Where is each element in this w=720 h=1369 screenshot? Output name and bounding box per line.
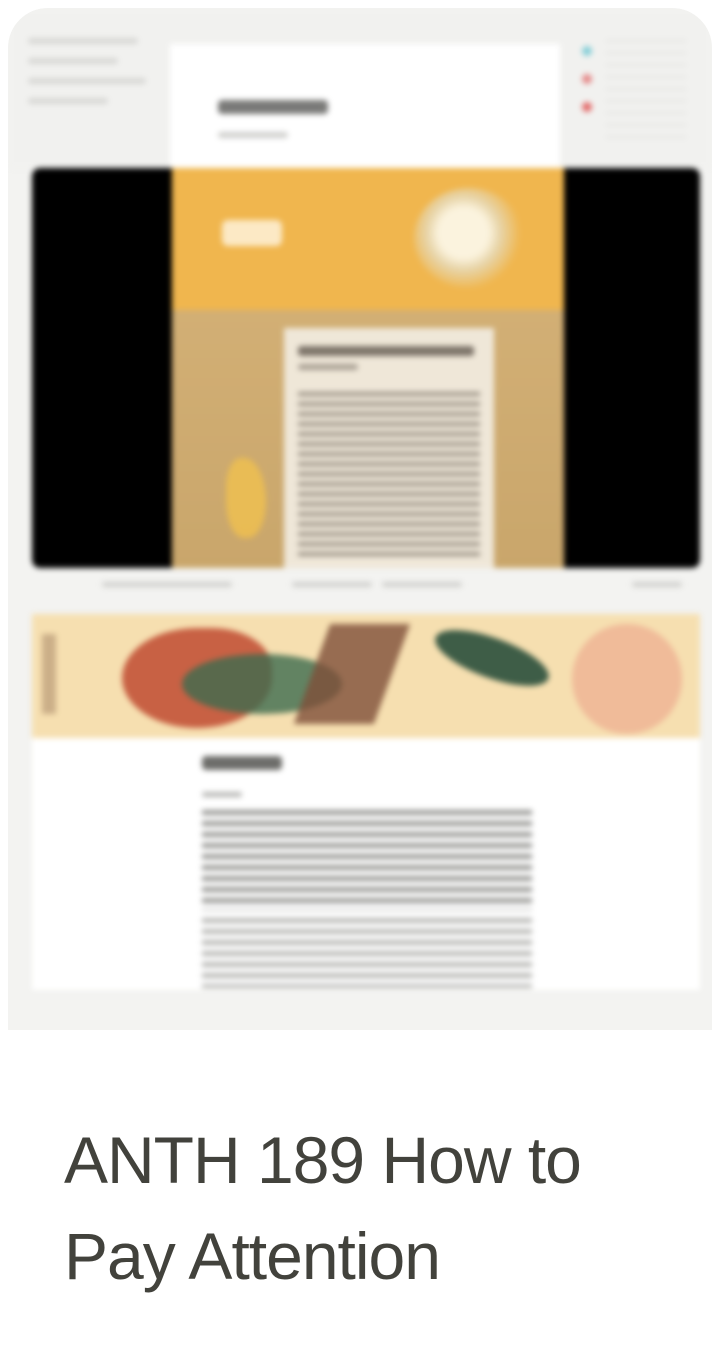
preview-article-paragraph (202, 918, 532, 988)
preview-caption-row (32, 578, 700, 592)
course-card[interactable]: ANTH 189 How to Pay Attention (0, 0, 720, 1369)
preview-doc-title-placeholder (218, 100, 328, 114)
preview-doc-subtitle-placeholder (218, 132, 288, 138)
preview-sidebar (20, 24, 150, 154)
preview-flower-image (414, 188, 524, 288)
preview-article-body (32, 738, 700, 990)
card-title[interactable]: ANTH 189 How to Pay Attention (64, 1112, 684, 1304)
preview-document-header (170, 44, 560, 168)
preview-right-panel (576, 28, 696, 138)
preview-banner-logo-icon (222, 220, 282, 246)
preview-article-heading-placeholder (202, 756, 282, 770)
preview-video-text-block (284, 328, 494, 568)
preview-video-page (172, 168, 564, 568)
page-preview-thumbnail[interactable] (8, 8, 712, 1030)
preview-painting-banner (32, 614, 700, 738)
preview-article-paragraph (202, 810, 532, 910)
preview-header-area (8, 8, 712, 168)
preview-video-banner (172, 168, 564, 310)
preview-video-frame (32, 168, 700, 568)
preview-leaf-image (226, 458, 266, 538)
preview-article-byline-placeholder (202, 792, 242, 797)
thumbnail-blurred-content (8, 8, 712, 1030)
